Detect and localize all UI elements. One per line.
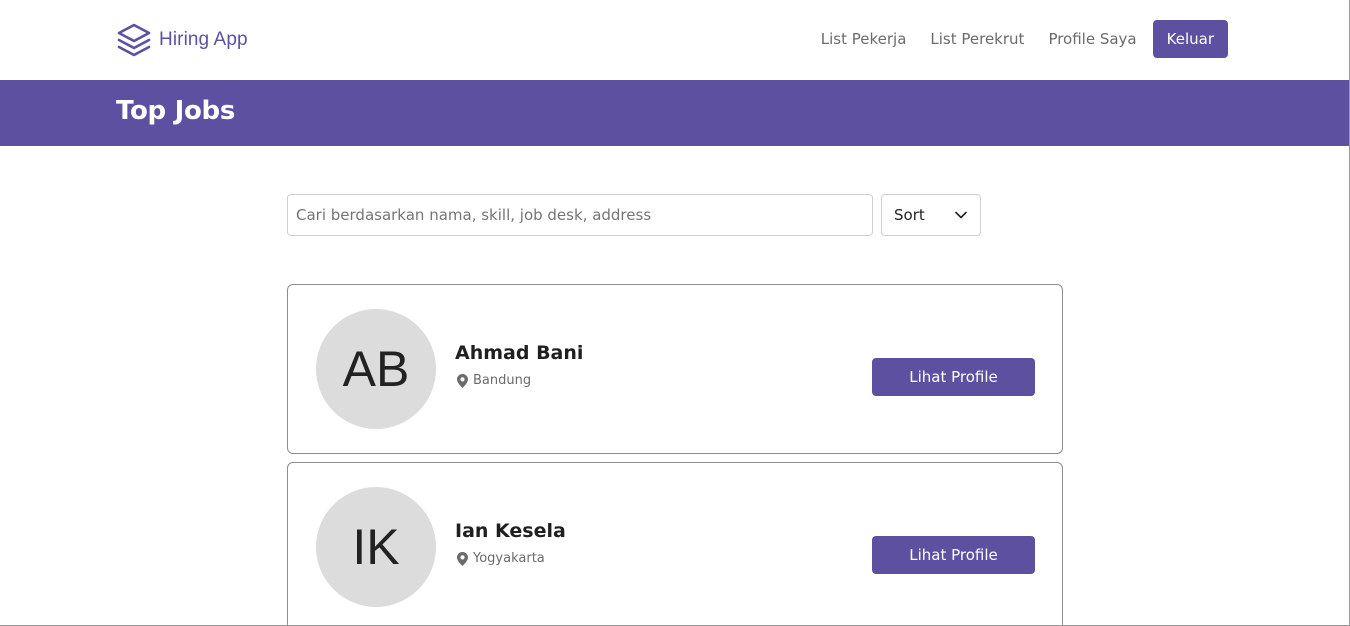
view-profile-button[interactable]: Lihat Profile <box>872 358 1035 396</box>
page-banner: Top Jobs <box>0 80 1349 146</box>
location-text: Bandung <box>473 373 532 388</box>
candidate-location: Bandung <box>456 373 531 388</box>
chevron-down-icon <box>954 208 968 222</box>
nav-link-profile-saya[interactable]: Profile Saya <box>1048 30 1136 48</box>
nav-link-list-perekrut[interactable]: List Perekrut <box>930 30 1024 48</box>
avatar: AB <box>316 309 436 429</box>
candidate-name: Ahmad Bani <box>455 342 584 364</box>
page-title: Top Jobs <box>116 96 236 126</box>
map-pin-icon <box>456 373 468 388</box>
map-pin-icon <box>456 551 468 566</box>
navbar: Hiring App List Pekerja List Perekrut Pr… <box>0 0 1349 80</box>
candidate-card: IK Ian Kesela Yogyakarta Lihat Profile <box>287 462 1063 626</box>
view-profile-button[interactable]: Lihat Profile <box>872 536 1035 574</box>
candidate-card: AB Ahmad Bani Bandung Lihat Profile <box>287 284 1063 454</box>
avatar: IK <box>316 487 436 607</box>
layers-icon <box>116 22 152 58</box>
nav-link-list-pekerja[interactable]: List Pekerja <box>821 30 907 48</box>
sort-label: Sort <box>894 206 925 224</box>
location-text: Yogyakarta <box>473 551 545 566</box>
candidate-name: Ian Kesela <box>455 520 566 542</box>
nav-links: List Pekerja List Perekrut Profile Saya … <box>821 20 1228 58</box>
brand-logo[interactable]: Hiring App <box>116 22 248 58</box>
sort-dropdown[interactable]: Sort <box>881 194 981 236</box>
search-input[interactable] <box>287 194 873 236</box>
candidate-location: Yogyakarta <box>456 551 545 566</box>
brand-name: Hiring App <box>159 29 248 50</box>
logout-button[interactable]: Keluar <box>1152 20 1228 58</box>
